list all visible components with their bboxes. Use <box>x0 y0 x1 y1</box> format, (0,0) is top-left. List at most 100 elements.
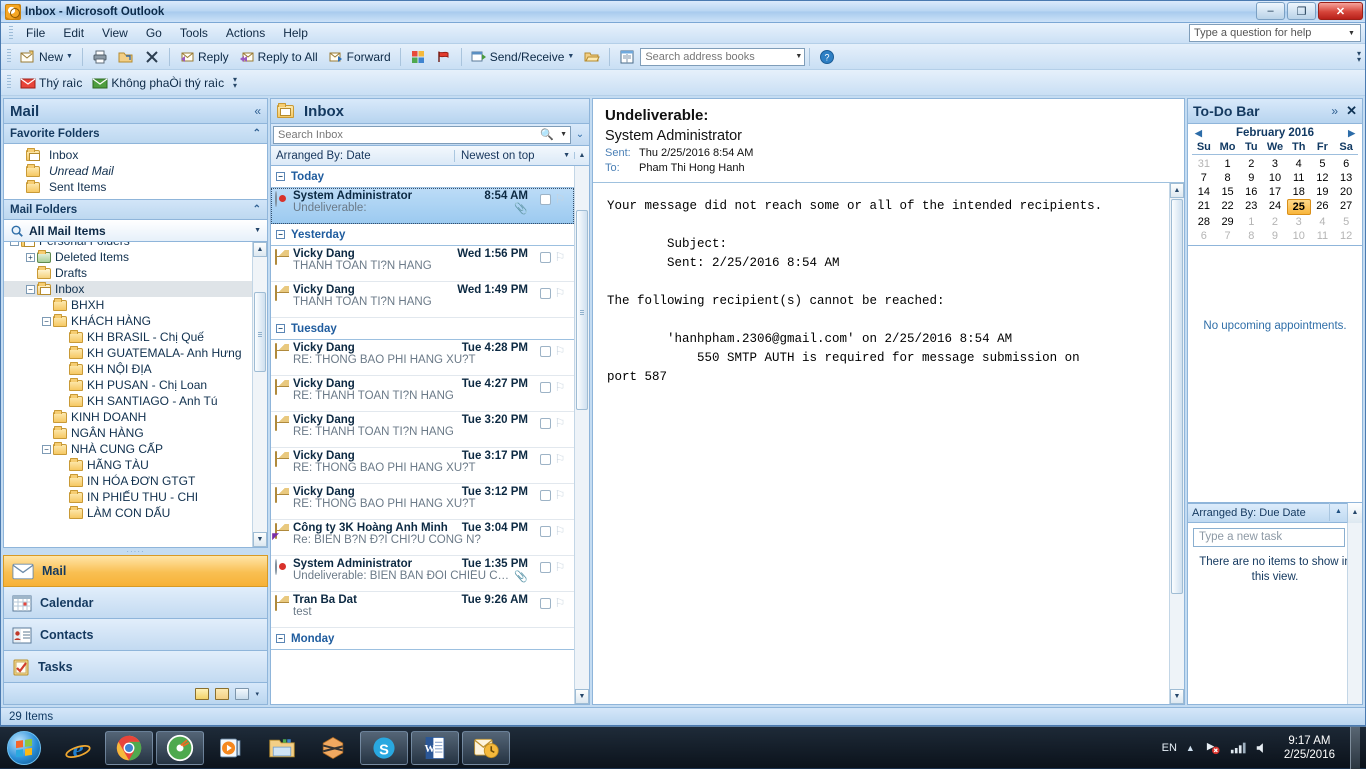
chevron-double-left-icon[interactable]: « <box>254 104 261 118</box>
calendar-day[interactable]: 7 <box>1216 229 1240 243</box>
junk-toolbar-grip-handle[interactable] <box>7 75 11 90</box>
address-book-search-input[interactable]: Search address books ▼ <box>640 48 805 66</box>
calendar-day[interactable]: 22 <box>1216 199 1240 215</box>
taskbar-item-unikey[interactable] <box>309 731 357 765</box>
taskbar-item-word[interactable]: W <box>411 731 459 765</box>
module-button-tasks[interactable]: Tasks <box>3 651 268 683</box>
folder-tree-item[interactable]: BHXH <box>4 297 252 313</box>
module-button-contacts[interactable]: Contacts <box>3 619 268 651</box>
calendar-day[interactable]: 12 <box>1311 171 1335 185</box>
message-list-item[interactable]: Vicky DangTue 3:12 PMRE: THÔNG BÁO PHÍ H… <box>271 484 574 520</box>
network-error-icon[interactable] <box>1204 740 1221 755</box>
category-button[interactable] <box>540 252 551 263</box>
scrollbar-thumb[interactable] <box>576 210 588 410</box>
scroll-up-button[interactable]: ▲ <box>1170 183 1184 198</box>
toolbar-grip-handle[interactable] <box>7 49 11 64</box>
folder-tree-item[interactable]: IN HÓA ĐƠN GTGT <box>4 473 252 489</box>
chevron-down-icon[interactable]: ▼ <box>795 53 802 60</box>
list-scroll-up-button[interactable]: ▲ <box>574 152 589 159</box>
calendar-day[interactable]: 31 <box>1192 157 1216 171</box>
move-to-folder-button[interactable] <box>113 47 139 67</box>
signal-icon[interactable] <box>1230 741 1246 755</box>
favorite-item-unread-mail[interactable]: Unread Mail <box>4 163 267 179</box>
menu-help[interactable]: Help <box>274 24 317 42</box>
address-book-button[interactable] <box>614 47 640 67</box>
mail-folders-header[interactable]: Mail Folders ⌃ <box>3 200 268 220</box>
scroll-down-button[interactable]: ▼ <box>1170 689 1184 704</box>
calendar-day[interactable]: 28 <box>1192 215 1216 229</box>
folder-tree-item[interactable]: −Personal Folders <box>4 242 252 249</box>
volume-icon[interactable] <box>1255 741 1269 755</box>
message-list-item[interactable]: System AdministratorTue 1:35 PMUndeliver… <box>271 556 574 592</box>
close-icon[interactable]: ✕ <box>1346 103 1357 119</box>
search-icon[interactable]: 🔍 <box>540 128 554 141</box>
calendar-day[interactable]: 11 <box>1311 229 1335 243</box>
folder-tree-item[interactable]: KH SANTIAGO - Anh Tú <box>4 393 252 409</box>
message-group-header[interactable]: −Today <box>271 166 574 188</box>
collapse-icon[interactable]: − <box>276 634 285 643</box>
help-question-input[interactable]: Type a question for help ▼ <box>1189 24 1361 42</box>
open-folder-button[interactable] <box>579 47 605 67</box>
calendar-day[interactable]: 4 <box>1287 157 1311 171</box>
restore-button[interactable]: ❐ <box>1287 2 1316 20</box>
taskbar-item-skype[interactable]: S <box>360 731 408 765</box>
message-list-item[interactable]: ◤Công ty 3K Hoàng Anh MinhTue 3:04 PMRe:… <box>271 520 574 556</box>
task-scroll-up-button[interactable]: ▲ <box>1347 503 1362 523</box>
forward-button[interactable]: Forward <box>323 47 396 67</box>
pane-splitter[interactable]: ····· <box>3 548 268 555</box>
search-input[interactable]: Search Inbox 🔍 ▼ <box>273 126 571 144</box>
calendar-day[interactable]: 23 <box>1239 199 1263 215</box>
calendar-day[interactable]: 16 <box>1239 185 1263 199</box>
task-list-scrollbar[interactable] <box>1347 523 1362 705</box>
expand-icon[interactable]: + <box>24 251 37 264</box>
calendar-day[interactable]: 11 <box>1287 171 1311 185</box>
calendar-day[interactable]: 12 <box>1334 229 1358 243</box>
category-button[interactable] <box>540 490 551 501</box>
message-list-scrollbar[interactable]: ▼ <box>574 166 589 704</box>
folder-tree-item[interactable]: KH PUSAN - Chị Loan <box>4 377 252 393</box>
calendar-day[interactable]: 10 <box>1287 229 1311 243</box>
calendar-day[interactable]: 24 <box>1263 199 1287 215</box>
message-list-item[interactable]: Vicky DangTue 4:27 PMRE: THANH TOÁN TI?N… <box>271 376 574 412</box>
folder-tree-item[interactable]: KH GUATEMALA- Anh Hưng <box>4 345 252 361</box>
calendar-day[interactable]: 10 <box>1263 171 1287 185</box>
taskbar-item-internet-explorer[interactable]: e <box>54 731 102 765</box>
message-list-item[interactable]: Vicky DangWed 1:49 PMTHANH TOÁN TI?N HÀN… <box>271 282 574 318</box>
calendar-day[interactable]: 9 <box>1263 229 1287 243</box>
calendar-day[interactable]: 15 <box>1216 185 1240 199</box>
calendar-day[interactable]: 7 <box>1192 171 1216 185</box>
start-button[interactable] <box>0 728 48 768</box>
calendar-day[interactable]: 17 <box>1263 185 1287 199</box>
category-button[interactable] <box>540 562 551 573</box>
category-button[interactable] <box>540 346 551 357</box>
category-button[interactable] <box>540 454 551 465</box>
chevron-down-icon[interactable]: ▼ <box>66 53 73 60</box>
message-list-item[interactable]: Vicky DangTue 3:17 PMRE: THÔNG BÁO PHÍ H… <box>271 448 574 484</box>
calendar-day[interactable]: 18 <box>1287 185 1311 199</box>
folder-tree-item[interactable]: −Inbox <box>4 281 252 297</box>
chevron-up-icon[interactable]: ⌃ <box>253 204 261 215</box>
follow-up-flag-icon[interactable]: ⚐ <box>555 418 567 430</box>
folder-tree-item[interactable]: HÃNG TÀU <box>4 457 252 473</box>
scrollbar-thumb[interactable] <box>1171 199 1183 594</box>
shortcuts-icon[interactable] <box>235 688 249 700</box>
calendar-day[interactable]: 13 <box>1334 171 1358 185</box>
follow-up-flag-icon[interactable]: ⚐ <box>555 346 567 358</box>
follow-up-flag-icon[interactable]: ⚐ <box>555 252 567 264</box>
follow-up-flag-icon[interactable]: ⚐ <box>555 454 567 466</box>
category-button[interactable] <box>540 526 551 537</box>
collapse-icon[interactable]: − <box>276 172 285 181</box>
message-group-header[interactable]: −Tuesday <box>271 318 574 340</box>
folder-tree-item[interactable]: KH NỘI ĐỊA <box>4 361 252 377</box>
triangle-left-icon[interactable]: ◀ <box>1195 128 1202 139</box>
taskbar-item-google-chrome[interactable] <box>105 731 153 765</box>
help-button[interactable]: ? <box>814 47 840 67</box>
message-list-item[interactable]: Vicky DangTue 3:20 PMRE: THANH TOÁN TI?N… <box>271 412 574 448</box>
scrollbar-thumb[interactable] <box>254 292 266 372</box>
category-button[interactable] <box>540 288 551 299</box>
menu-grip-handle[interactable] <box>9 26 13 41</box>
message-list-item[interactable]: Vicky DangWed 1:56 PMTHANH TOÁN TI?N HÀN… <box>271 246 574 282</box>
all-mail-items-selector[interactable]: All Mail Items ▼ <box>3 220 268 242</box>
delete-button[interactable] <box>139 47 165 67</box>
collapse-icon[interactable]: − <box>40 315 53 328</box>
